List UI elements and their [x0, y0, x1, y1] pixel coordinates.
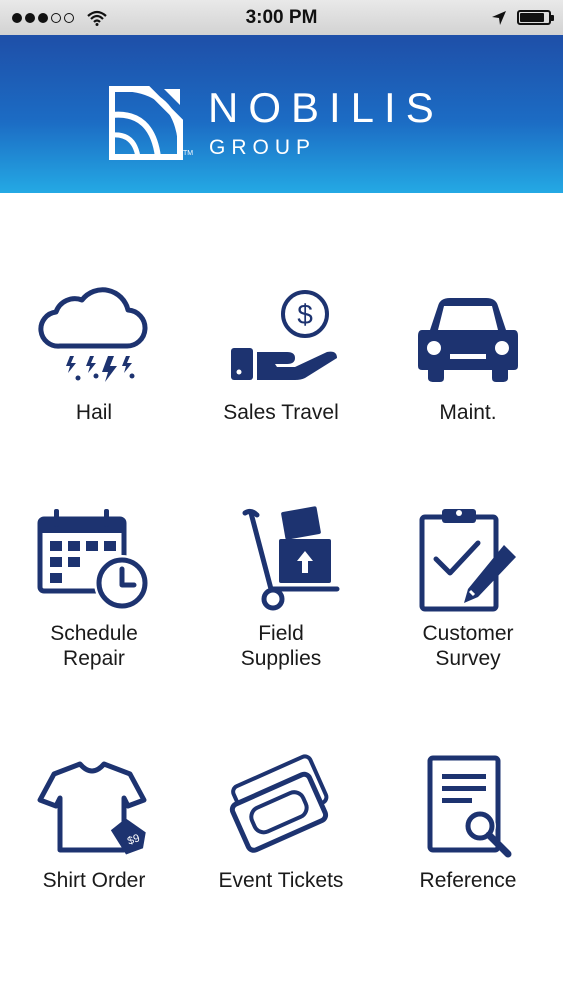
status-right	[491, 10, 554, 26]
calendar-clock-icon	[37, 509, 150, 611]
tile-shirt-order[interactable]: $9 Shirt Order	[14, 752, 174, 893]
status-bar: 3:00 PM	[0, 0, 563, 35]
status-left	[12, 10, 108, 26]
tile-customer-survey[interactable]: Customer Survey	[388, 505, 548, 671]
wifi-icon	[87, 10, 107, 26]
tile-label: Customer Survey	[422, 622, 514, 670]
tile-label: Reference	[419, 869, 517, 892]
brand-subtitle: GROUP	[209, 136, 317, 159]
company-logo: TM NOBILIS GROUP	[108, 85, 458, 161]
signal-strength-icon	[12, 12, 74, 23]
tile-event-tickets[interactable]: Event Tickets	[201, 752, 361, 893]
tile-field-supplies[interactable]: Field Supplies	[201, 505, 361, 671]
tile-schedule-repair[interactable]: Schedule Repair	[14, 505, 174, 671]
battery-icon	[517, 10, 554, 25]
tickets-icon	[229, 754, 329, 853]
shirt-tag-icon: $9	[37, 761, 147, 855]
tile-sales-travel[interactable]: $ Sales Travel	[201, 284, 361, 425]
trademark-label: TM	[183, 150, 194, 157]
tile-label: Shirt Order	[42, 869, 146, 892]
brand-name: NOBILIS	[208, 84, 444, 131]
tile-maint[interactable]: Maint.	[388, 284, 548, 425]
tile-label: Hail	[75, 401, 113, 424]
tile-label: Sales Travel	[223, 401, 339, 424]
dollar-hand-icon: $	[231, 290, 337, 380]
hand-truck-icon	[242, 506, 340, 611]
tile-label: Event Tickets	[218, 869, 344, 892]
tile-label: Maint.	[439, 401, 497, 424]
tile-label: Schedule Repair	[50, 622, 138, 670]
clipboard-check-icon	[419, 509, 516, 612]
logo-mark-icon	[109, 86, 183, 160]
tile-reference[interactable]: Reference	[388, 752, 548, 893]
document-search-icon	[427, 755, 512, 858]
location-arrow-icon	[492, 10, 506, 25]
tile-label: Field Supplies	[240, 622, 322, 670]
svg-text:$: $	[297, 299, 313, 330]
car-icon	[418, 298, 518, 382]
tile-hail[interactable]: Hail	[14, 284, 174, 425]
header-banner: TM NOBILIS GROUP	[0, 35, 563, 193]
hail-cloud-icon	[38, 287, 148, 382]
